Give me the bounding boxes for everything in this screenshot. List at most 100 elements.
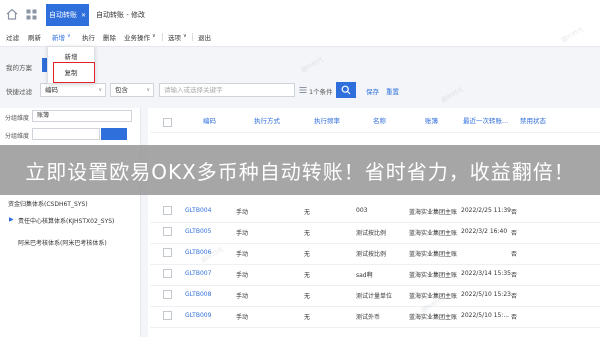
watermark: 圆叶时代 bbox=[440, 86, 465, 105]
chevron-down-icon: ∨ bbox=[98, 87, 102, 93]
row-divider bbox=[150, 306, 600, 307]
search-button[interactable] bbox=[336, 82, 356, 98]
filter-button[interactable]: 过滤 bbox=[6, 32, 19, 42]
home-icon[interactable] bbox=[6, 8, 18, 20]
new-button[interactable]: 新增 bbox=[52, 32, 65, 42]
filter-operator-value: 包含 bbox=[115, 86, 128, 94]
tab-auto-transfer-edit[interactable]: 自动转账 - 修改 bbox=[96, 4, 145, 26]
row-checkbox[interactable] bbox=[163, 311, 172, 320]
exit-button[interactable]: 退出 bbox=[198, 32, 211, 42]
group-search-button[interactable] bbox=[101, 128, 127, 140]
tab-auto-transfer[interactable]: 自动转账 ✕ bbox=[46, 4, 89, 26]
group-search-input[interactable] bbox=[32, 128, 100, 140]
row-code[interactable]: GLTB009 bbox=[185, 312, 231, 319]
chevron-down-icon[interactable]: ∨ bbox=[67, 33, 71, 39]
watermark: 圆叶时代 bbox=[300, 56, 325, 75]
filter-operator-select[interactable]: 包含 ∨ bbox=[110, 83, 154, 97]
tree-item-amoeba[interactable]: 阿米巴考核体系(阿米巴考核体系) bbox=[18, 238, 107, 247]
row-book: 蓝海实业集团主账 bbox=[409, 272, 458, 279]
column-header-code[interactable]: 编码 bbox=[203, 115, 216, 125]
column-header-mode[interactable]: 执行方式 bbox=[254, 115, 280, 125]
business-ops-button[interactable]: 业务操作 bbox=[124, 32, 150, 42]
refresh-button[interactable]: 刷新 bbox=[28, 32, 41, 42]
row-checkbox[interactable] bbox=[163, 227, 172, 236]
menu-item-new[interactable]: 新增 bbox=[48, 51, 94, 61]
scheme-label: 我的方案 bbox=[6, 64, 32, 72]
row-code[interactable]: GLTB004 bbox=[185, 207, 231, 214]
close-icon[interactable]: ✕ bbox=[81, 12, 86, 19]
group-dimension-select[interactable]: 账簿 bbox=[32, 110, 132, 122]
column-header-name[interactable]: 名称 bbox=[373, 115, 386, 125]
save-button[interactable]: 保存 bbox=[366, 86, 379, 96]
grid-icon[interactable] bbox=[26, 9, 37, 20]
execute-button[interactable]: 执行 bbox=[82, 32, 95, 42]
tab-label: 自动转账 bbox=[48, 11, 77, 19]
chevron-down-icon[interactable]: ∨ bbox=[152, 33, 156, 39]
row-disabled: 否 bbox=[511, 272, 518, 279]
row-frequency: 无 bbox=[304, 230, 311, 237]
row-code[interactable]: GLTB005 bbox=[185, 228, 231, 235]
row-checkbox[interactable] bbox=[163, 290, 172, 299]
chevron-down-icon: ∨ bbox=[146, 87, 150, 93]
row-book: 蓝海实业集团主账 bbox=[409, 314, 458, 321]
row-disabled: 否 bbox=[511, 251, 518, 258]
row-name: 测试按比例 bbox=[356, 230, 387, 237]
row-name: sad啊 bbox=[356, 272, 373, 279]
row-name: 003 bbox=[356, 207, 368, 214]
promo-banner: 立即设置欧易OKX多币种自动转账！省时省力，收益翻倍！ bbox=[0, 145, 600, 195]
row-frequency: 无 bbox=[304, 293, 311, 300]
row-last-transfer: 2022/2/25 11:39 bbox=[461, 207, 511, 214]
reset-button[interactable]: 重置 bbox=[386, 86, 399, 96]
quick-filter-label: 快捷过滤 bbox=[6, 88, 32, 96]
row-disabled: 否 bbox=[511, 209, 518, 216]
row-last-transfer: 2022/3/14 15:35 bbox=[461, 270, 511, 277]
row-divider bbox=[150, 222, 600, 223]
tree-item-responsibility[interactable]: 责任中心核算体系(KJHSTX02_SYS) bbox=[18, 216, 114, 225]
row-divider bbox=[150, 243, 600, 244]
row-book: 蓝海实业集团主账 bbox=[409, 251, 458, 258]
condition-count[interactable]: 1个条件 bbox=[309, 86, 333, 96]
tree-item-fund-pool[interactable]: 资金归集体系(CSDH6T_SYS) bbox=[8, 199, 88, 208]
caret-right-icon[interactable]: ▶ bbox=[9, 216, 14, 223]
filter-field-value: 编码 bbox=[45, 86, 58, 94]
row-book: 蓝海实业集团主账 bbox=[409, 209, 458, 216]
filter-keyword-input[interactable]: 请输入或选择关键字 bbox=[159, 83, 295, 97]
group-dimension-value: 账簿 bbox=[37, 112, 50, 119]
left-group-panel: 分组维度 账簿 分组维度 资金归集体系(CSDH6T_SYS) ▶ 责任中心核算… bbox=[0, 108, 141, 337]
select-all-checkbox[interactable] bbox=[163, 118, 172, 127]
filter-keyword-placeholder: 请输入或选择关键字 bbox=[164, 86, 223, 94]
row-checkbox[interactable] bbox=[163, 248, 172, 257]
toolbar: 过滤 刷新 新增 ∨ 执行 删除 业务操作 ∨ 选项 ∨ 退出 bbox=[0, 28, 600, 47]
chevron-down-icon[interactable]: ∨ bbox=[183, 33, 187, 39]
row-frequency: 无 bbox=[304, 314, 311, 321]
column-header-book[interactable]: 账簿 bbox=[425, 115, 438, 125]
row-name: 测试计量单位 bbox=[356, 293, 393, 300]
row-name: 测试外币 bbox=[356, 314, 381, 321]
row-book: 蓝海实业集团主账 bbox=[409, 230, 458, 237]
row-frequency: 无 bbox=[304, 251, 311, 258]
column-header-last-transfer[interactable]: 最近一次转账... bbox=[463, 115, 508, 125]
search-icon bbox=[341, 85, 351, 95]
options-button[interactable]: 选项 bbox=[168, 32, 181, 42]
row-mode: 手动 bbox=[236, 251, 249, 258]
row-checkbox[interactable] bbox=[163, 269, 172, 278]
row-code[interactable]: GLTB008 bbox=[185, 291, 231, 298]
banner-text: 立即设置欧易OKX多币种自动转账！省时省力，收益翻倍！ bbox=[25, 159, 575, 184]
column-header-frequency[interactable]: 执行频率 bbox=[314, 115, 340, 125]
row-mode: 手动 bbox=[236, 230, 249, 237]
filter-field-select[interactable]: 编码 ∨ bbox=[40, 83, 106, 97]
row-last-transfer: 2022/5/10 15:... bbox=[461, 312, 510, 319]
group-dimension-label: 分组维度 bbox=[5, 115, 30, 122]
row-last-transfer: 2022/5/10 15:23 bbox=[461, 291, 511, 298]
column-header-disabled[interactable]: 禁用状态 bbox=[520, 115, 546, 125]
row-code[interactable]: GLTB007 bbox=[185, 270, 231, 277]
delete-button[interactable]: 删除 bbox=[103, 32, 116, 42]
row-mode: 手动 bbox=[236, 272, 249, 279]
filter-adjust-icon[interactable] bbox=[299, 86, 307, 94]
divider bbox=[192, 33, 193, 41]
row-disabled: 否 bbox=[511, 314, 518, 321]
row-mode: 手动 bbox=[236, 314, 249, 321]
tab-bar: 自动转账 ✕ 自动转账 - 修改 bbox=[0, 0, 600, 29]
highlight-box bbox=[53, 62, 95, 83]
row-checkbox[interactable] bbox=[163, 206, 172, 215]
